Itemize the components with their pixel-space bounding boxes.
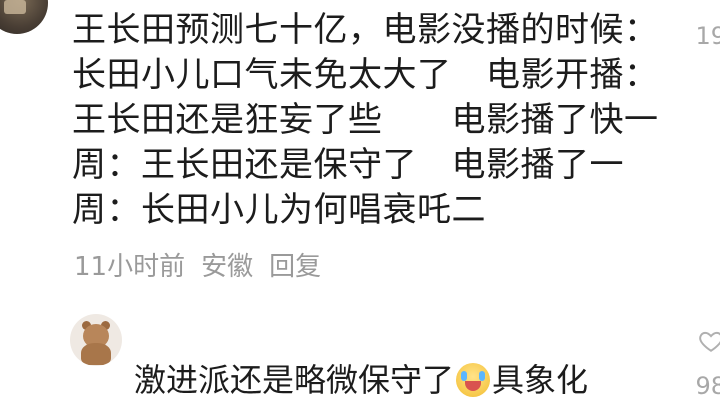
comment-time: 11小时前 — [74, 252, 186, 282]
comment-like-count: 19 — [695, 22, 720, 50]
comment-meta: 11小时前 安徽 回复 — [74, 246, 321, 283]
comment-location: 安徽 — [201, 252, 254, 282]
reply-text: 激进派还是略微保守了 具象化 — [134, 360, 588, 400]
reply-text-part1: 激进派还是略微保守了 — [134, 361, 455, 399]
comment-text: 王长田预测七十亿，电影没播的时候：长田小儿口气未免太大了 电影开播：王长田还是狂… — [72, 10, 659, 230]
reply-text-part2: 具象化 — [492, 361, 589, 399]
replier-username[interactable] — [134, 322, 284, 340]
heart-icon[interactable] — [698, 328, 720, 354]
commenter-avatar[interactable] — [0, 0, 48, 34]
replier-avatar[interactable] — [70, 314, 122, 366]
bear-body — [81, 343, 111, 365]
crying-laughing-emoji-icon — [456, 363, 491, 397]
reply-comment: 激进派还是略微保守了 具象化 98 — [0, 300, 720, 405]
reply-like-count: 98 — [695, 372, 720, 400]
reply-button[interactable]: 回复 — [269, 246, 321, 283]
